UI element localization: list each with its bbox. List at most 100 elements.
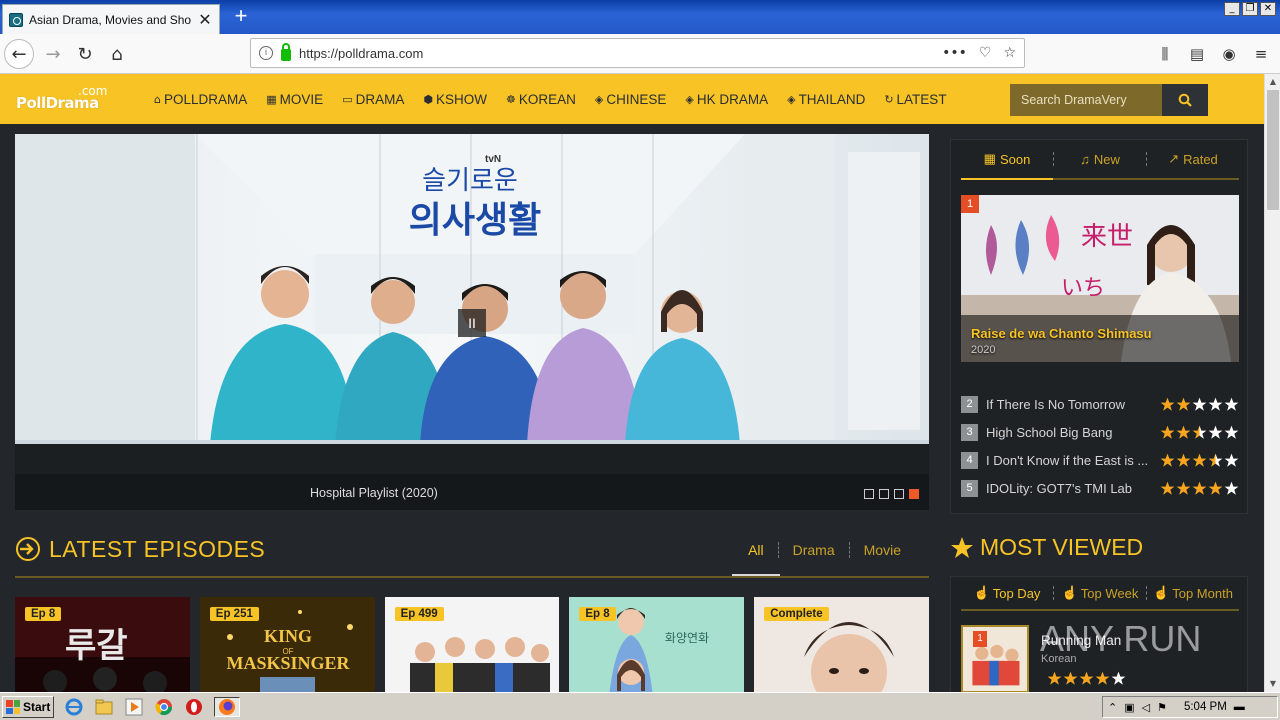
nav-label: CHINESE [606,91,667,107]
new-tab-button[interactable]: + [230,4,252,30]
account-icon[interactable]: ◉ [1218,39,1240,69]
hero-slider[interactable]: 슬기로운 의사생활 tvN II Hospital Playlist (2020… [15,134,929,510]
episode-card[interactable]: 화양연화 Ep 8 [569,597,745,692]
upcoming-widget: ▦ Soon ♫ New ↗ Rated 来世 いち 1 Raise de wa… [950,139,1248,514]
chrome-icon[interactable] [154,697,174,717]
menu-icon[interactable]: ≡ [1250,39,1272,69]
slider-dot[interactable] [894,489,904,499]
site-info-icon[interactable]: i [259,46,273,60]
item-title[interactable]: IDOLity: GOT7's TMI Lab [986,481,1154,496]
list-item[interactable]: 4 I Don't Know if the East is ... [961,446,1239,474]
nav-drama[interactable]: ▭ DRAMA [342,74,413,124]
pocket-icon[interactable]: ♡ [979,45,992,61]
tray-expand-icon[interactable]: ⌃ [1108,701,1117,714]
windows-logo-icon [6,700,20,714]
tab-label: Soon [999,151,1031,167]
maximize-button[interactable]: ❐ [1242,2,1258,16]
featured-title[interactable]: Raise de wa Chanto Shimasu [971,326,1152,341]
pause-button[interactable]: II [458,309,486,337]
episode-card[interactable]: 루갈 Ep 8 [15,597,190,692]
tab-close-icon[interactable]: ✕ [197,10,213,30]
library-icon[interactable]: ⫼ [1154,39,1176,69]
lock-icon[interactable] [281,42,291,61]
star-icon [1208,397,1223,411]
star-rating [1160,453,1239,468]
firefox-taskbar-button[interactable] [214,697,240,717]
back-button[interactable]: ← [4,39,34,69]
tab-label: Top Month [1172,585,1233,601]
tab-new[interactable]: ♫ New [1054,140,1146,178]
list-item[interactable]: 3 High School Big Bang [961,418,1239,446]
item-title[interactable]: If There Is No Tomorrow [986,397,1154,412]
most-viewed-header: MOST VIEWED [950,530,1248,570]
episode-card[interactable]: KING MASKSINGER OF Ep 251 [199,597,375,692]
search-input[interactable] [1010,84,1162,116]
media-player-icon[interactable] [124,697,144,717]
folder-icon[interactable] [94,697,114,717]
star-icon [1047,671,1062,685]
filter-movie[interactable]: Movie [850,542,915,558]
bookmark-star-icon[interactable]: ☆ [1003,45,1016,61]
opera-icon[interactable] [184,697,204,717]
featured-item[interactable]: 来世 いち 1 Raise de wa Chanto Shimasu 2020 [961,195,1239,362]
tab-soon[interactable]: ▦ Soon [961,140,1053,180]
page-actions-icon[interactable]: ••• [942,45,967,61]
slider-dot-active[interactable] [909,489,919,499]
most-viewed-tabs: ☝ Top Day ☝ Top Week ☝ Top Month [961,577,1239,611]
nav-polldrama[interactable]: ⌂ POLLDRAMA [154,74,256,124]
mask-icon: ☸ [505,92,516,106]
nav-movie[interactable]: ▦ MOVIE [266,74,332,124]
item-title[interactable]: High School Big Bang [986,425,1154,440]
list-item[interactable]: 2 If There Is No Tomorrow [961,390,1239,418]
nav-chinese[interactable]: ◈ CHINESE [595,74,675,124]
reload-button[interactable]: ↻ [70,39,100,69]
episode-badge: Ep 499 [394,607,444,621]
episode-badge: Ep 251 [209,607,259,621]
address-bar[interactable]: i https://polldrama.com ••• ♡ ☆ [250,38,1025,68]
slider-dot[interactable] [879,489,889,499]
show-desktop-icon[interactable]: ▬ [1234,701,1245,713]
start-button[interactable]: Start [2,696,54,718]
tab-rated[interactable]: ↗ Rated [1147,140,1239,178]
scroll-up-arrow[interactable]: ▲ [1265,74,1280,90]
network-icon[interactable]: ▣ [1124,701,1134,714]
browser-tab[interactable]: Asian Drama, Movies and Shows E ✕ [2,4,220,34]
nav-thailand[interactable]: ◈ THAILAND [787,74,874,124]
svg-text:来世: 来世 [1081,222,1133,252]
forward-button[interactable]: → [38,39,68,69]
slider-dots [864,489,919,499]
vertical-scrollbar[interactable]: ▲ ▼ [1264,74,1280,692]
browser-navbar: ← → ↻ ⌂ i https://polldrama.com ••• ♡ ☆ … [0,34,1280,74]
nav-label: KSHOW [435,91,487,107]
tab-top-month[interactable]: ☝ Top Month [1147,577,1239,609]
url-text[interactable]: https://polldrama.com [299,46,934,61]
volume-icon[interactable]: ◁ [1142,701,1150,714]
thumbs-up-icon: ☝ [1061,585,1078,600]
slider-dot[interactable] [864,489,874,499]
list-item[interactable]: 5 IDOLity: GOT7's TMI Lab [961,474,1239,502]
filter-all[interactable]: All [732,542,780,576]
tab-top-week[interactable]: ☝ Top Week [1054,577,1146,609]
episode-card[interactable]: Complete [754,597,929,692]
sidebar-icon[interactable]: ▤ [1186,39,1208,69]
close-window-button[interactable]: ✕ [1260,2,1276,16]
item-title[interactable]: I Don't Know if the East is ... [986,453,1154,468]
nav-label: HK DRAMA [696,91,769,107]
episode-card[interactable]: Ep 499 [384,597,560,692]
home-button[interactable]: ⌂ [102,39,132,69]
nav-latest[interactable]: ↻ LATEST [884,74,955,124]
nav-hk-drama[interactable]: ◈ HK DRAMA [685,74,777,124]
filter-drama[interactable]: Drama [779,542,849,558]
flag-icon[interactable]: ⚑ [1157,701,1167,714]
minimize-button[interactable]: _ [1224,2,1240,16]
scroll-down-arrow[interactable]: ▼ [1265,676,1280,692]
tab-top-day[interactable]: ☝ Top Day [961,577,1053,609]
search-button[interactable] [1162,84,1208,116]
nav-kshow[interactable]: ⬢ KSHOW [423,74,496,124]
nav-label: MOVIE [279,91,324,107]
internet-explorer-icon[interactable] [64,697,84,717]
site-logo[interactable]: .com PollDrama [16,82,107,116]
nav-korean[interactable]: ☸ KOREAN [506,74,585,124]
scrollbar-thumb[interactable] [1267,90,1279,210]
film-icon: ▦ [266,92,277,106]
